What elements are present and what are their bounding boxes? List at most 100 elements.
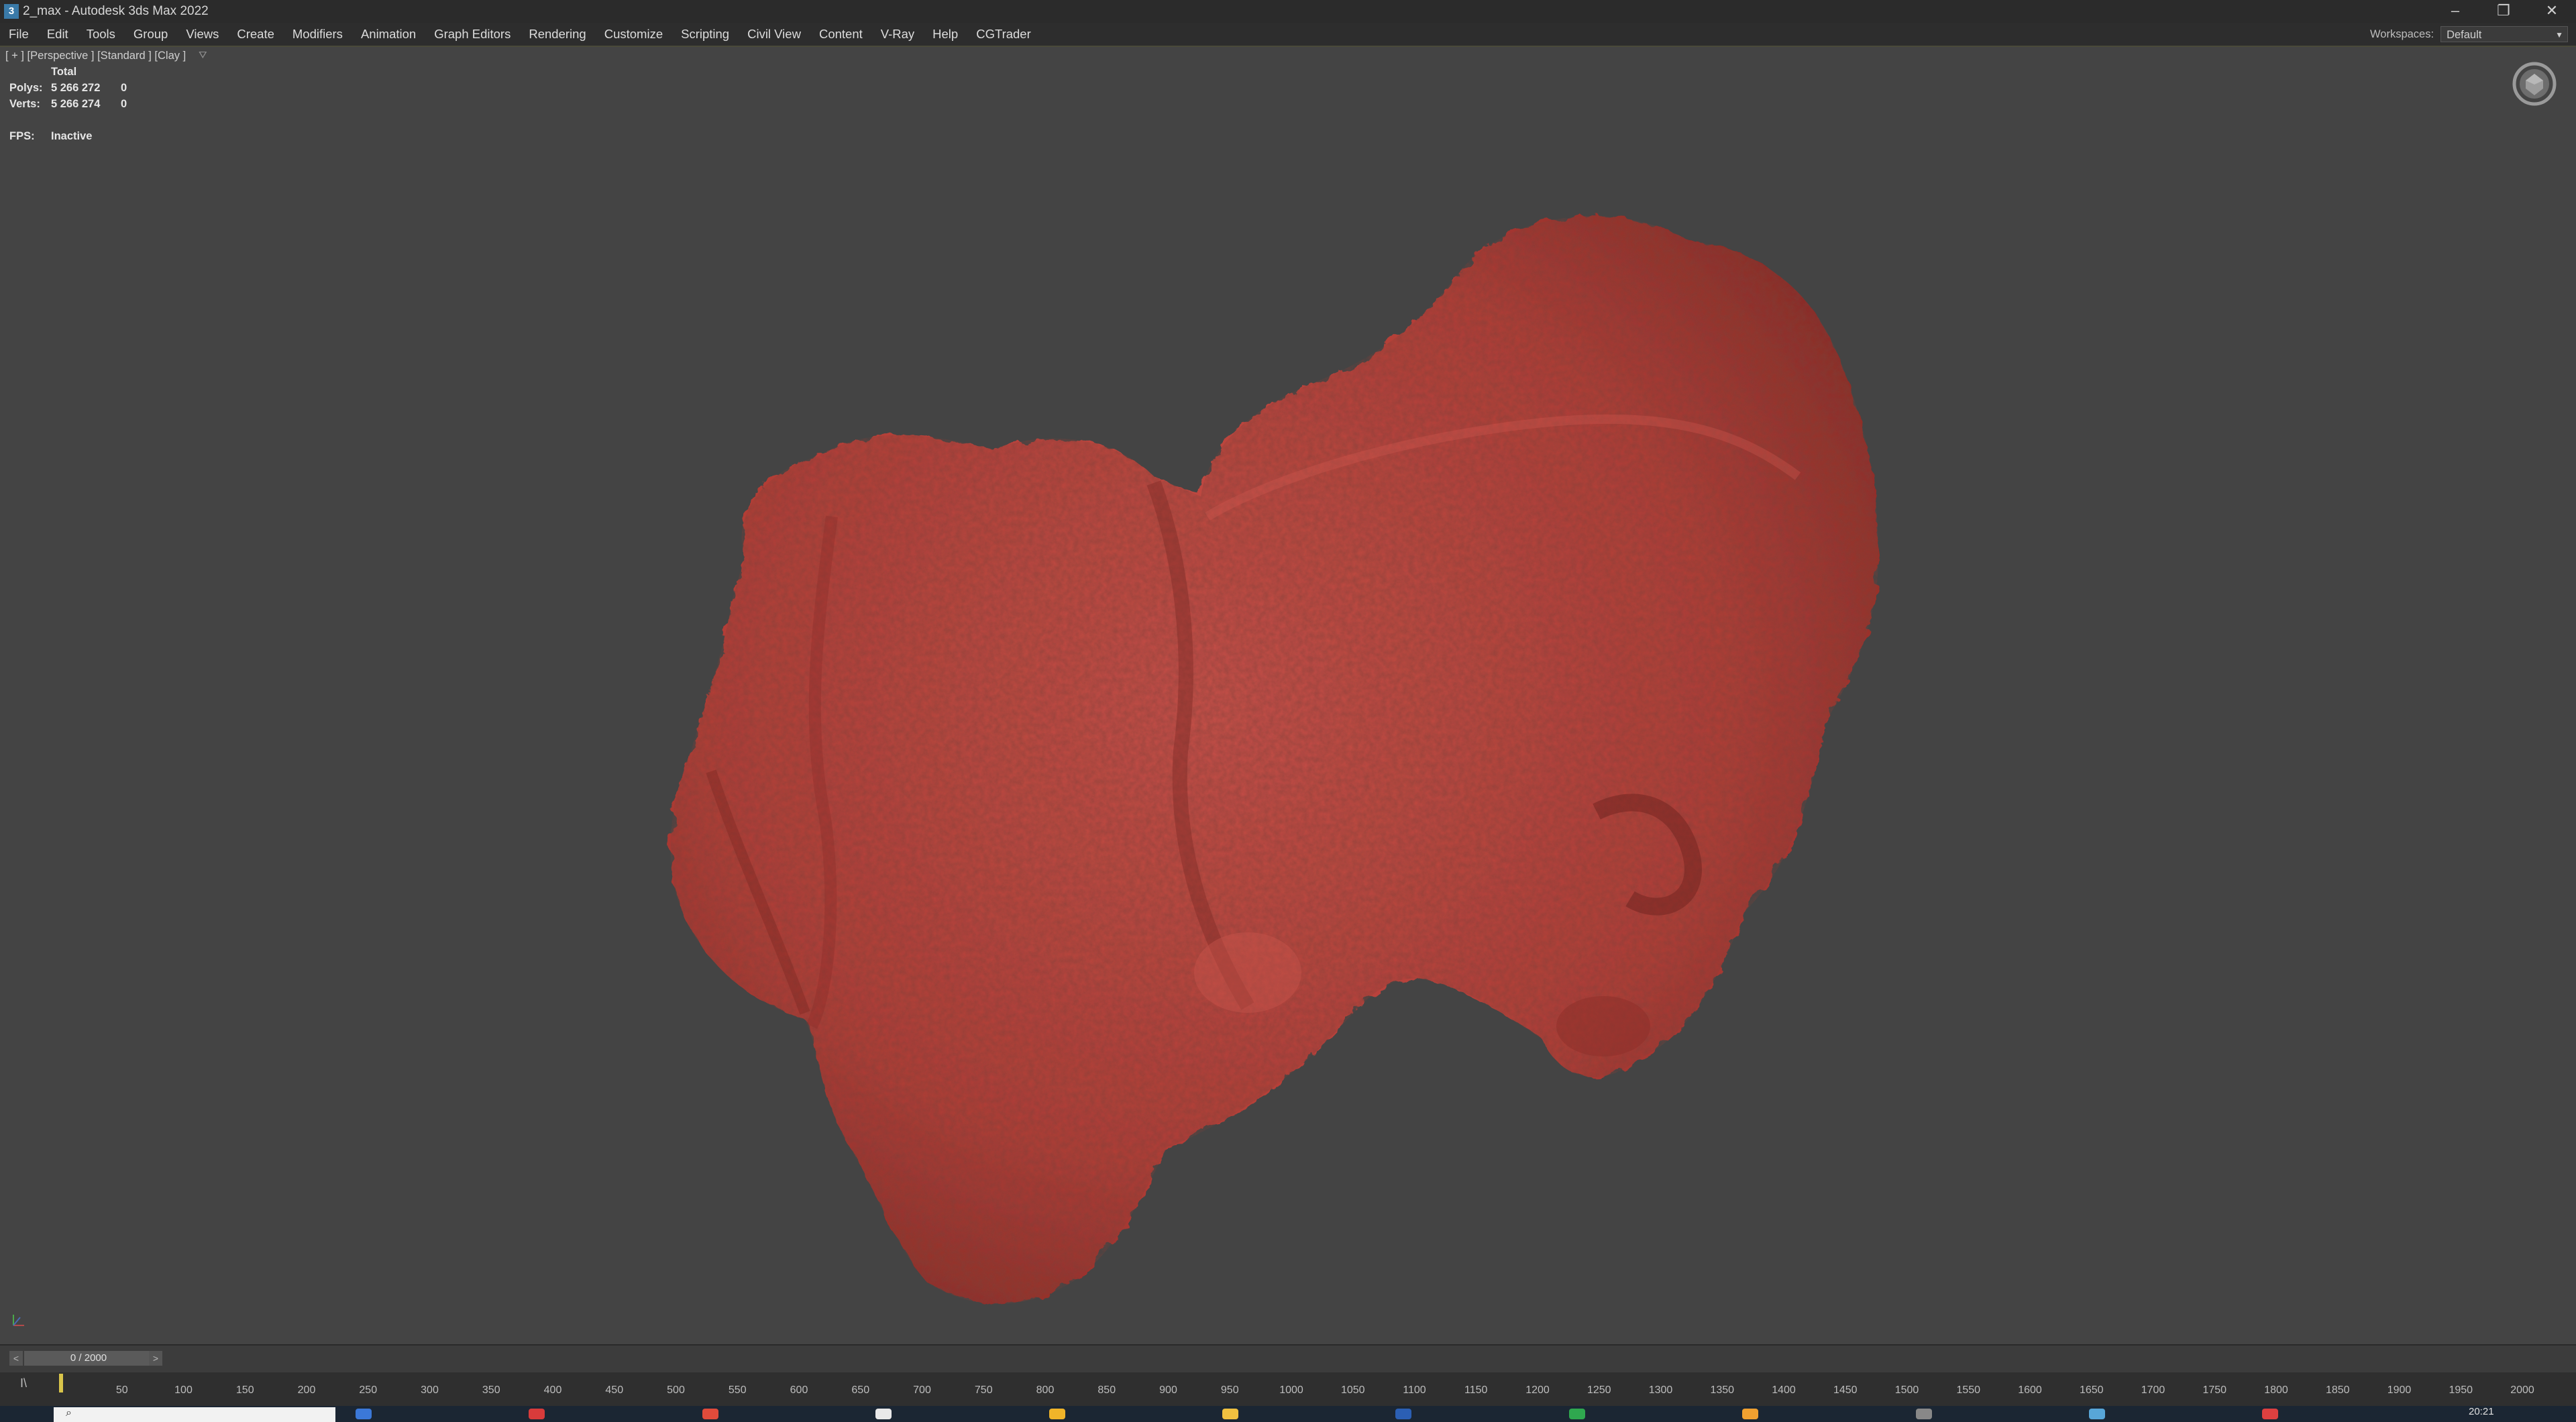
taskbar-app-icon[interactable] <box>356 1409 372 1419</box>
taskbar-app-icon[interactable] <box>529 1409 545 1419</box>
title-bar: 3 2_max - Autodesk 3ds Max 2022 – ❐ ✕ <box>0 0 2576 23</box>
taskbar-app-icon[interactable] <box>2089 1409 2105 1419</box>
rock-mesh <box>670 216 1879 1304</box>
polys-value: 5 266 272 <box>51 82 101 94</box>
restore-button[interactable]: ❐ <box>2480 0 2527 23</box>
axis-tripod-icon <box>13 1315 24 1326</box>
menu-file[interactable]: File <box>0 27 38 42</box>
chevron-down-icon: ▼ <box>2555 30 2564 40</box>
menu-rendering[interactable]: Rendering <box>520 27 595 42</box>
menu-graph-editors[interactable]: Graph Editors <box>425 27 520 42</box>
track-tick-label: 500 <box>667 1384 685 1396</box>
track-tick-label: 150 <box>235 1384 254 1396</box>
track-ticks: 50 100 150 200 250 300 350 400 450 500 550 600 650 70… <box>0 1372 2576 1406</box>
time-slider[interactable]: < 0 / 2000 > <box>0 1344 2576 1372</box>
os-taskbar: ⌕ 20:21 <box>0 1406 2576 1422</box>
polys-selected: 0 <box>121 82 127 94</box>
menu-tools[interactable]: Tools <box>78 27 125 42</box>
menu-vray[interactable]: V-Ray <box>872 27 924 42</box>
taskbar-app-icon[interactable] <box>1742 1409 1759 1419</box>
menu-cgtrader[interactable]: CGTrader <box>967 27 1040 42</box>
track-tick-label: 200 <box>297 1384 316 1396</box>
viewport-label[interactable]: [ + ] [Perspective ] [Standard ] [Clay ] <box>5 50 186 62</box>
viewcube-icon[interactable] <box>2511 60 2558 107</box>
taskbar-app-icon[interactable] <box>1222 1409 1238 1419</box>
track-tick-label: 750 <box>974 1384 993 1396</box>
track-tick-label: 950 <box>1220 1384 1239 1396</box>
time-next-button[interactable]: > <box>149 1351 162 1366</box>
track-tick-label: 350 <box>482 1384 500 1396</box>
track-tick-label: 250 <box>359 1384 378 1396</box>
menu-edit[interactable]: Edit <box>38 27 78 42</box>
stats-polys-row: Polys: 5 266 272 0 <box>9 82 127 95</box>
menu-scripting[interactable]: Scripting <box>672 27 739 42</box>
minimize-button[interactable]: – <box>2432 0 2479 23</box>
perspective-viewport[interactable]: [ + ] [Perspective ] [Standard ] [Clay ]… <box>0 47 2576 1344</box>
track-tick-label: 1150 <box>1464 1384 1488 1396</box>
menu-bar: File Edit Tools Group Views Create Modif… <box>0 23 2576 47</box>
track-bar[interactable]: I\ 50 100 150 200 250 300 350 400 450 500 550 600 65… <box>0 1372 2576 1406</box>
menu-help[interactable]: Help <box>924 27 967 42</box>
track-tick-label: 1100 <box>1403 1384 1426 1396</box>
track-tick-label: 1600 <box>2018 1384 2042 1396</box>
app-icon[interactable]: 3 <box>4 4 19 19</box>
menu-views[interactable]: Views <box>177 27 228 42</box>
verts-selected: 0 <box>121 98 127 110</box>
menu-civil-view[interactable]: Civil View <box>739 27 810 42</box>
track-tick-label: 300 <box>421 1384 439 1396</box>
menu-create[interactable]: Create <box>228 27 284 42</box>
track-tick-label: 1500 <box>1894 1384 1919 1396</box>
track-tick-label: 800 <box>1036 1384 1055 1396</box>
track-tick-label: 700 <box>913 1384 931 1396</box>
track-tick-label: 1350 <box>1710 1384 1735 1396</box>
time-prev-button[interactable]: < <box>9 1351 23 1366</box>
workspaces-label: Workspaces: <box>2370 28 2434 40</box>
taskbar-app-icon[interactable] <box>1395 1409 1412 1419</box>
taskbar-app-icon[interactable] <box>702 1409 718 1419</box>
app-window: 3 2_max - Autodesk 3ds Max 2022 – ❐ ✕ Fi… <box>0 0 2576 1422</box>
taskbar-app-icon[interactable] <box>1568 1409 1585 1419</box>
close-button[interactable]: ✕ <box>2528 0 2575 23</box>
menu-content[interactable]: Content <box>810 27 872 42</box>
time-slider-handle[interactable]: 0 / 2000 <box>24 1351 153 1366</box>
verts-value: 5 266 274 <box>51 98 101 110</box>
taskbar-app-icon[interactable] <box>1915 1409 1932 1419</box>
track-tick-label: 1300 <box>1648 1384 1673 1396</box>
menu-animation[interactable]: Animation <box>352 27 425 42</box>
fps-value: Inactive <box>51 130 93 142</box>
taskbar-search[interactable]: ⌕ <box>54 1407 335 1422</box>
track-tick-label: 50 <box>115 1384 128 1396</box>
track-tick-label: 1850 <box>2325 1384 2350 1396</box>
menu-modifiers[interactable]: Modifiers <box>284 27 352 42</box>
track-tick-label: 1250 <box>1587 1384 1611 1396</box>
taskbar-app-icon[interactable] <box>875 1409 892 1419</box>
track-tick-label: 1050 <box>1340 1384 1365 1396</box>
track-tick-label: 550 <box>728 1384 747 1396</box>
track-tick-label: 100 <box>174 1384 193 1396</box>
taskbar-app-icon[interactable] <box>2262 1409 2279 1419</box>
stats-verts-row: Verts: 5 266 274 0 <box>9 98 127 111</box>
polys-label: Polys: <box>9 82 43 94</box>
track-tick-label: 650 <box>851 1384 870 1396</box>
track-tick-label: 1700 <box>2141 1384 2165 1396</box>
search-icon: ⌕ <box>66 1407 72 1419</box>
menu-group[interactable]: Group <box>125 27 177 42</box>
track-tick-label: 450 <box>605 1384 624 1396</box>
track-tick-label: 850 <box>1097 1384 1116 1396</box>
taskbar-app-icon[interactable] <box>1049 1409 1065 1419</box>
stats-fps-row: FPS: Inactive <box>9 130 92 143</box>
funnel-icon[interactable]: ⛛ <box>199 50 207 61</box>
track-tick-label: 1200 <box>1525 1384 1550 1396</box>
track-tick-label: 1000 <box>1279 1384 1303 1396</box>
workspaces-value: Default <box>2447 29 2482 41</box>
track-tick-label: 1550 <box>1956 1384 1981 1396</box>
menu-items: File Edit Tools Group Views Create Modif… <box>0 23 1040 46</box>
track-tick-label: 400 <box>543 1384 562 1396</box>
workspaces-dropdown[interactable]: Default ▼ <box>2440 26 2569 42</box>
model-rock[interactable] <box>0 47 2576 1344</box>
menu-customize[interactable]: Customize <box>596 27 672 42</box>
track-tick-label: 900 <box>1159 1384 1177 1396</box>
track-tick-label: 600 <box>790 1384 808 1396</box>
verts-label: Verts: <box>9 98 40 110</box>
track-tick-label: 1750 <box>2202 1384 2227 1396</box>
